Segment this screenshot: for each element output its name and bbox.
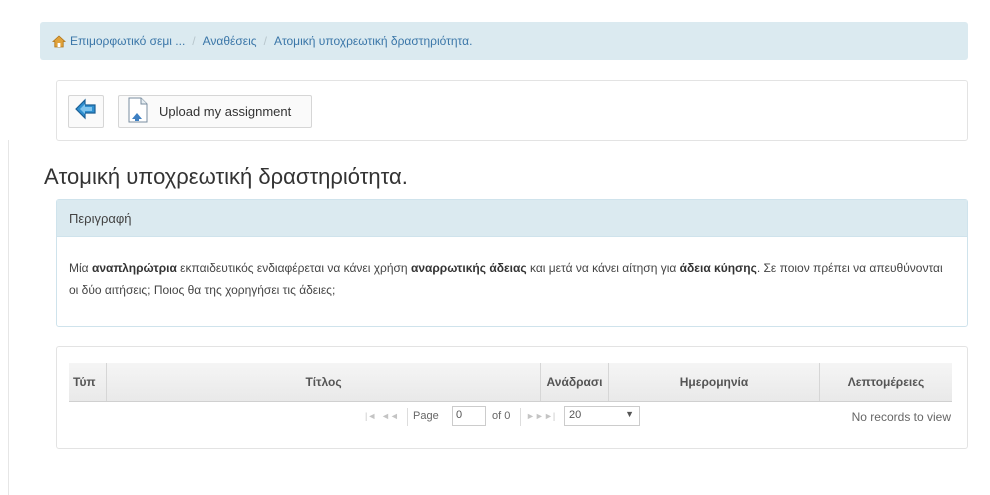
breadcrumb-separator: / xyxy=(192,34,196,48)
description-panel: Περιγραφή Μία αναπληρώτρια εκπαιδευτικός… xyxy=(56,199,968,327)
description-text: εκπαιδευτικός ενδιαφέρεται να κάνει χρήσ… xyxy=(176,261,411,275)
description-text: και μετά να κάνει αίτηση για xyxy=(526,261,680,275)
description-bold-text: αναπληρώτρια xyxy=(91,261,177,275)
home-icon[interactable] xyxy=(51,34,67,48)
page-total-label: of 0 xyxy=(492,410,511,422)
pager-separator xyxy=(407,408,408,426)
page-size-value: 20 xyxy=(569,409,582,421)
grid-pager: |◄ ◄◄ Page 0 of 0 ►► ►| 20 ▼ No records … xyxy=(69,404,952,432)
assignments-grid: Τύπ Τίτλος Ανάδρασι Ημερομηνία Λεπτομέρε… xyxy=(56,346,968,449)
column-header-feedback[interactable]: Ανάδρασι xyxy=(541,363,609,401)
previous-page-icon[interactable]: ◄◄ xyxy=(381,411,399,421)
column-header-date[interactable]: Ημερομηνία xyxy=(609,363,820,401)
description-bold-text: άδεια κύησης xyxy=(679,261,757,275)
description-text: Μία xyxy=(69,261,92,275)
left-divider xyxy=(8,140,9,495)
next-page-icon[interactable]: ►► xyxy=(526,411,544,421)
page-title: Ατομική υποχρεωτική δραστηριότητα. xyxy=(44,164,408,189)
last-page-icon[interactable]: ►| xyxy=(544,411,555,421)
upload-document-icon xyxy=(127,97,149,126)
breadcrumb-item-assignments[interactable]: Αναθέσεις xyxy=(203,34,257,48)
description-heading: Περιγραφή xyxy=(57,200,967,237)
pager-separator xyxy=(520,408,521,426)
page-label: Page xyxy=(413,410,439,422)
column-header-title[interactable]: Τίτλος xyxy=(107,363,541,401)
breadcrumb-item-seminar[interactable]: Επιμορφωτικό σεμι ... xyxy=(70,34,185,48)
back-button[interactable] xyxy=(68,95,104,128)
chevron-down-icon: ▼ xyxy=(625,409,634,419)
first-page-icon[interactable]: |◄ xyxy=(365,411,376,421)
grid-header: Τύπ Τίτλος Ανάδρασι Ημερομηνία Λεπτομέρε… xyxy=(69,363,952,402)
upload-assignment-label: Upload my assignment xyxy=(159,104,292,119)
page-number-input[interactable]: 0 xyxy=(452,406,486,426)
upload-assignment-button[interactable]: Upload my assignment xyxy=(118,95,312,128)
description-bold-text: αναρρωτικής άδειας xyxy=(410,261,527,275)
breadcrumb: Επιμορφωτικό σεμι ... / Αναθέσεις / Ατομ… xyxy=(40,22,968,60)
column-header-type[interactable]: Τύπ xyxy=(69,363,107,401)
breadcrumb-separator: / xyxy=(263,34,267,48)
toolbar: Upload my assignment xyxy=(56,80,968,141)
description-body: Μία αναπληρώτρια εκπαιδευτικός ενδιαφέρε… xyxy=(57,237,967,301)
column-header-details[interactable]: Λεπτομέρειες xyxy=(820,363,952,401)
breadcrumb-item-current: Ατομική υποχρεωτική δραστηριότητα. xyxy=(273,34,473,48)
records-info: No records to view xyxy=(851,410,951,424)
back-arrow-icon xyxy=(74,98,98,125)
page-size-select[interactable]: 20 ▼ xyxy=(564,406,640,426)
